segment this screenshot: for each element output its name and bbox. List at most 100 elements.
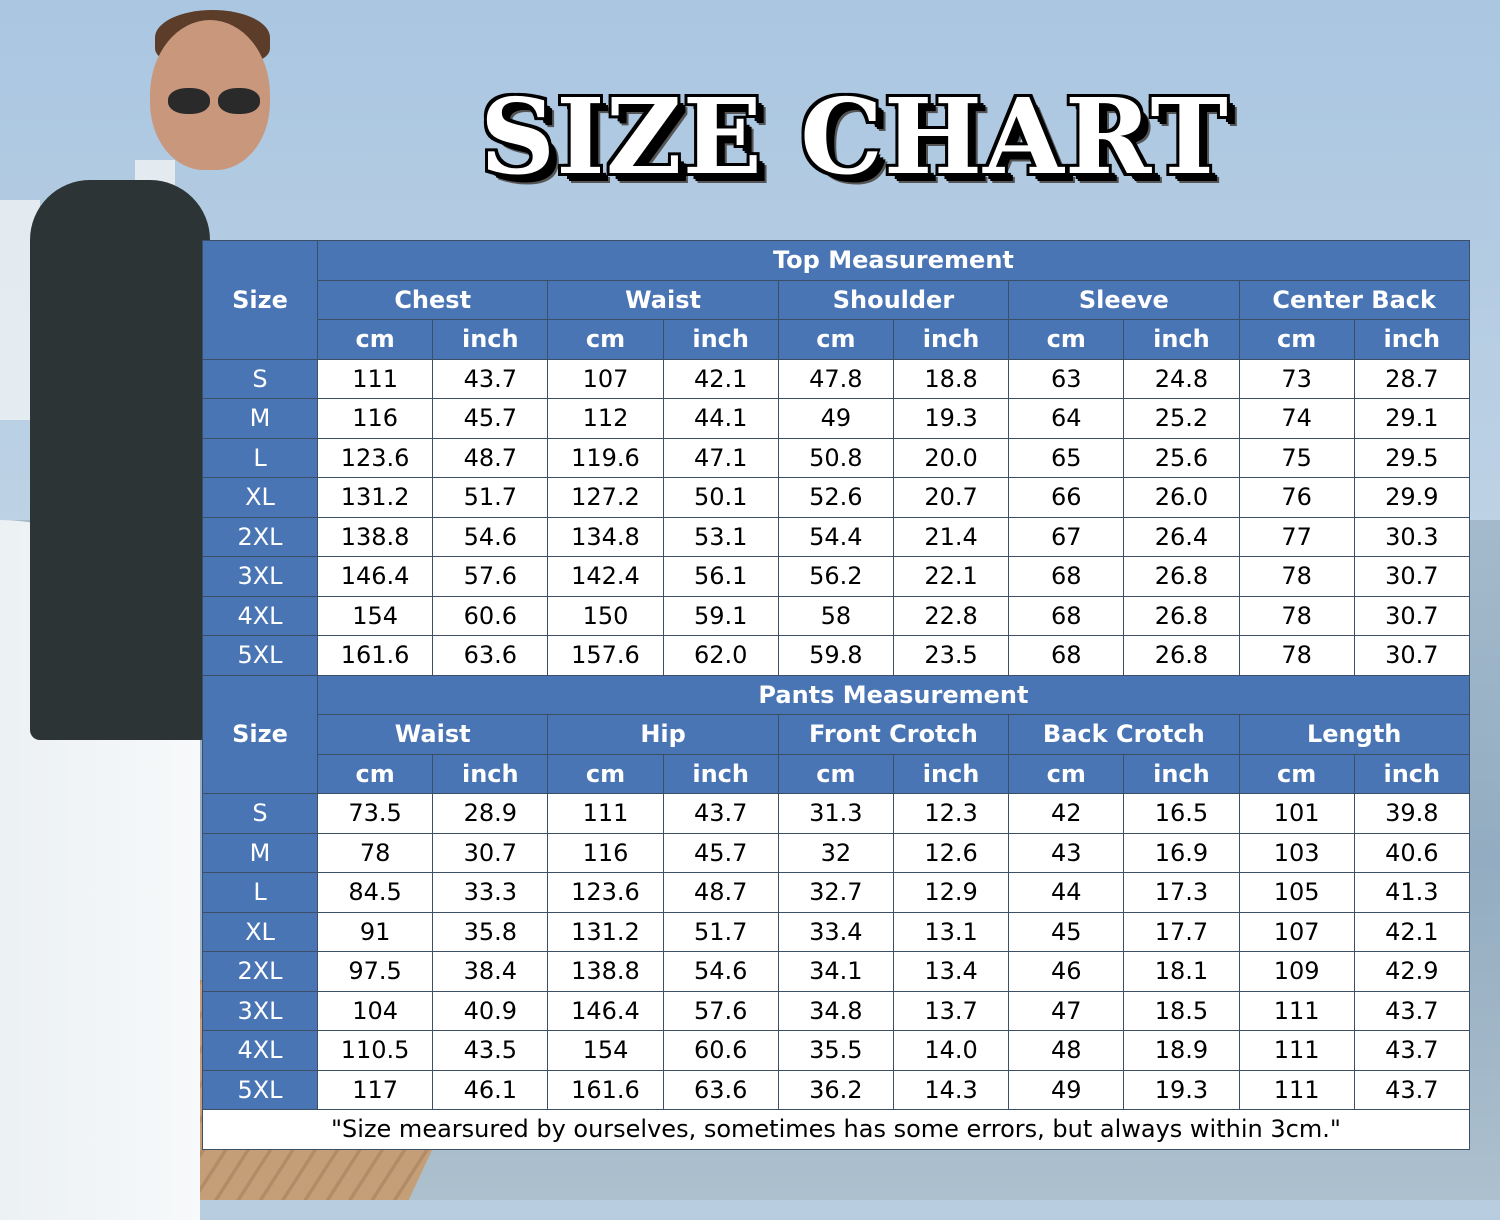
measurement-cell: 29.1 (1353, 398, 1470, 439)
table-row: 2XL 97.5 38.4 138.8 54.6 34.1 13.4 46 18.1 109 42.… (202, 951, 1470, 992)
measurement-cell: 19.3 (892, 398, 1010, 439)
table-row: M 78 30.7 116 45.7 32 12.6 43 16.9 103 40.6 (202, 832, 1470, 873)
top-unit-header: inch (1123, 319, 1240, 360)
measurement-cell: 23.5 (892, 635, 1010, 676)
table-row: M 116 45.7 112 44.1 49 19.3 64 25.2 74 29.1 (202, 398, 1470, 439)
section-title-top: Top Measurement (317, 240, 1470, 281)
measurement-cell: 47 (1008, 990, 1125, 1031)
measurement-note: "Size mearsured by ourselves, sometimes … (202, 1109, 1470, 1150)
size-label-cell: XL (202, 477, 318, 518)
pants-unit-header: cm (1238, 753, 1355, 794)
pants-group-header: Hip (547, 714, 779, 755)
top-group-header: Shoulder (777, 279, 1010, 320)
pants-group-header: Front Crotch (777, 714, 1010, 755)
pants-measurement-section: Size Pants Measurement Waist Hip Front Cro… (202, 674, 1470, 1110)
table-row: 3XL 104 40.9 146.4 57.6 34.8 13.7 47 18.5 111 43.7 (202, 990, 1470, 1031)
measurement-cell: 65 (1008, 437, 1125, 478)
measurement-cell: 78 (1238, 595, 1355, 636)
measurement-cell: 67 (1008, 516, 1125, 557)
measurement-cell: 17.7 (1123, 911, 1240, 952)
measurement-cell: 20.7 (892, 477, 1010, 518)
top-group-header-row: Chest Waist Shoulder Sleeve Center Back (203, 279, 1470, 320)
measurement-cell: 84.5 (316, 872, 434, 913)
measurement-cell: 105 (1238, 872, 1355, 913)
top-group-header: Center Back (1238, 279, 1470, 320)
measurement-cell: 53.1 (662, 516, 779, 557)
measurement-cell: 74 (1238, 398, 1355, 439)
table-row: S 111 43.7 107 42.1 47.8 18.8 63 24.8 73 28.7 (202, 358, 1470, 399)
size-label-cell: L (202, 437, 318, 478)
size-label-cell: S (202, 793, 318, 834)
table-row: XL 91 35.8 131.2 51.7 33.4 13.1 45 17.7 107 42.1 (202, 911, 1470, 952)
measurement-cell: 150 (547, 595, 664, 636)
top-unit-header: cm (777, 319, 894, 360)
measurement-cell: 66 (1008, 477, 1125, 518)
measurement-cell: 45.7 (662, 832, 779, 873)
measurement-cell: 20.0 (892, 437, 1010, 478)
measurement-cell: 16.5 (1123, 793, 1240, 834)
measurement-cell: 32 (777, 832, 894, 873)
measurement-cell: 52.6 (777, 477, 894, 518)
measurement-cell: 76 (1238, 477, 1355, 518)
top-unit-header: inch (662, 319, 779, 360)
measurement-cell: 154 (316, 595, 434, 636)
measurement-cell: 146.4 (547, 990, 664, 1031)
top-unit-header: cm (547, 319, 664, 360)
measurement-cell: 48 (1008, 1030, 1125, 1071)
size-label-cell: L (202, 872, 318, 913)
pants-unit-header-row: cm inch cm inch cm inch cm inch cm inch (203, 753, 1470, 794)
measurement-cell: 41.3 (1353, 872, 1470, 913)
measurement-cell: 138.8 (316, 516, 434, 557)
measurement-cell: 18.1 (1123, 951, 1240, 992)
table-row: S 73.5 28.9 111 43.7 31.3 12.3 42 16.5 101 39.8 (202, 793, 1470, 834)
measurement-cell: 30.7 (1353, 595, 1470, 636)
measurement-cell: 26.8 (1123, 595, 1240, 636)
table-row: 4XL 110.5 43.5 154 60.6 35.5 14.0 48 18.9 111 43.7 (202, 1030, 1470, 1071)
measurement-cell: 142.4 (547, 556, 664, 597)
measurement-cell: 43.5 (432, 1030, 549, 1071)
measurement-cell: 107 (1238, 911, 1355, 952)
measurement-cell: 28.9 (432, 793, 549, 834)
page-title: SIZE CHART (480, 75, 1229, 198)
pants-unit-header: cm (1008, 753, 1125, 794)
measurement-cell: 154 (547, 1030, 664, 1071)
measurement-cell: 75 (1238, 437, 1355, 478)
measurement-cell: 111 (547, 793, 664, 834)
size-label-cell: 5XL (202, 1069, 318, 1110)
measurement-cell: 78 (316, 832, 434, 873)
measurement-cell: 77 (1238, 516, 1355, 557)
measurement-cell: 32.7 (777, 872, 894, 913)
pants-unit-header: inch (662, 753, 779, 794)
size-chart-table: Size Top Measurement Chest Waist Shoulder S… (202, 240, 1470, 1150)
measurement-cell: 48.7 (662, 872, 779, 913)
measurement-cell: 48.7 (432, 437, 549, 478)
measurement-cell: 45.7 (432, 398, 549, 439)
measurement-cell: 59.8 (777, 635, 894, 676)
measurement-cell: 43 (1008, 832, 1125, 873)
measurement-cell: 30.7 (432, 832, 549, 873)
measurement-cell: 40.9 (432, 990, 549, 1031)
measurement-cell: 14.0 (892, 1030, 1010, 1071)
measurement-cell: 12.3 (892, 793, 1010, 834)
measurement-cell: 60.6 (662, 1030, 779, 1071)
size-label-cell: XL (202, 911, 318, 952)
measurement-cell: 13.4 (892, 951, 1010, 992)
size-label-cell: S (202, 358, 318, 399)
pants-unit-header: inch (892, 753, 1010, 794)
measurement-cell: 12.6 (892, 832, 1010, 873)
measurement-cell: 111 (1238, 1030, 1355, 1071)
model-figure (30, 180, 210, 740)
measurement-cell: 26.8 (1123, 635, 1240, 676)
measurement-cell: 22.8 (892, 595, 1010, 636)
size-label-cell: 2XL (202, 951, 318, 992)
section-title-pants: Pants Measurement (317, 674, 1470, 715)
measurement-cell: 78 (1238, 635, 1355, 676)
measurement-cell: 104 (316, 990, 434, 1031)
measurement-cell: 110.5 (316, 1030, 434, 1071)
measurement-cell: 123.6 (316, 437, 434, 478)
size-label-cell: 3XL (202, 990, 318, 1031)
measurement-cell: 131.2 (316, 477, 434, 518)
measurement-cell: 31.3 (777, 793, 894, 834)
measurement-cell: 43.7 (1353, 1069, 1470, 1110)
measurement-cell: 49 (1008, 1069, 1125, 1110)
